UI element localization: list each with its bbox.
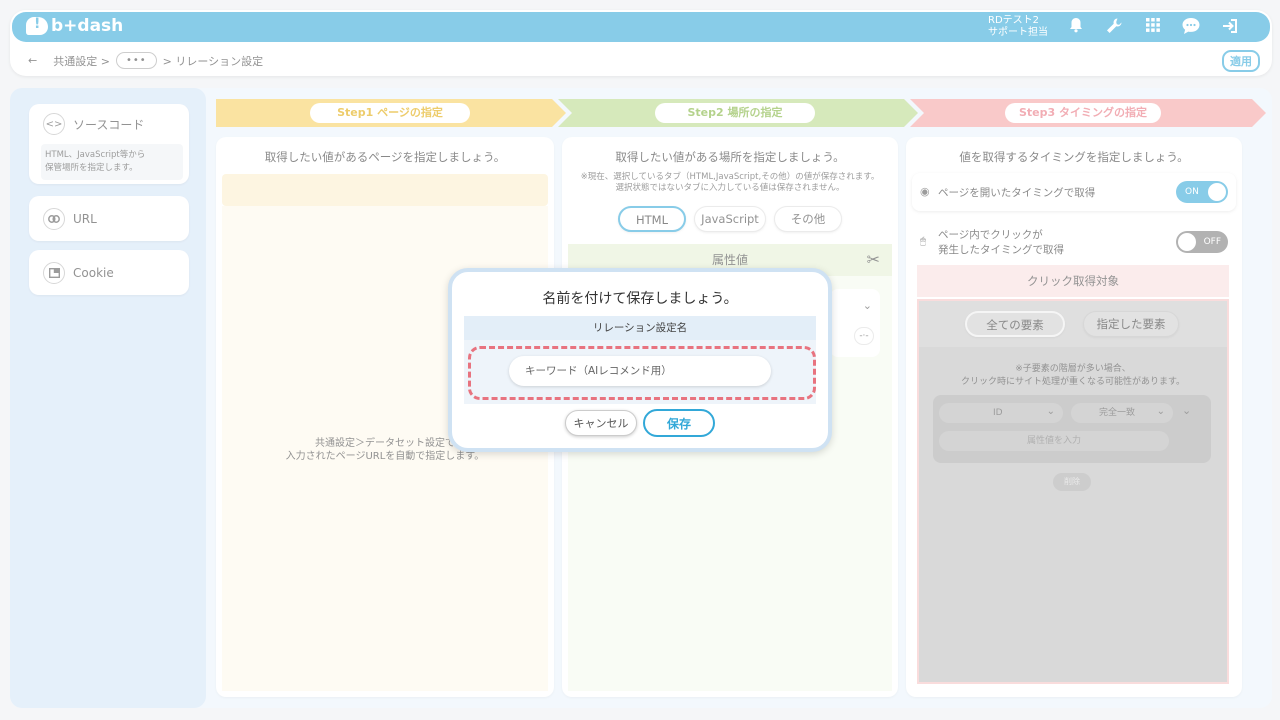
- relation-name-input[interactable]: [509, 356, 771, 386]
- cancel-button[interactable]: キャンセル: [565, 410, 637, 436]
- relation-name-label: リレーション設定名: [464, 316, 816, 340]
- save-button[interactable]: 保存: [643, 409, 715, 437]
- dialog-title: 名前を付けて保存しましょう。: [542, 291, 738, 307]
- save-dialog: 名前を付けて保存しましょう。 リレーション設定名 キャンセル 保存: [448, 268, 832, 452]
